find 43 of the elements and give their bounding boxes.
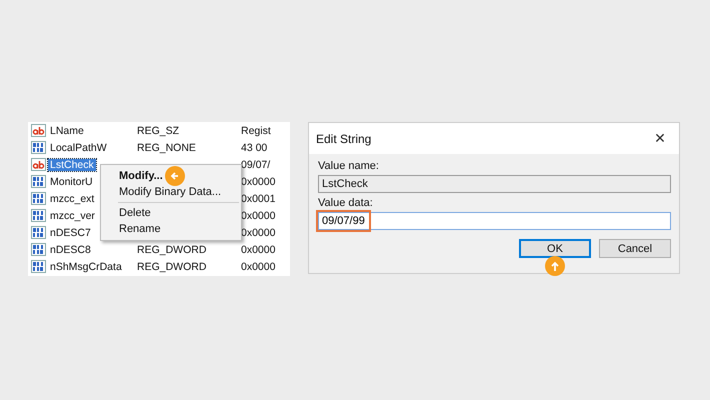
value-data: 0x0000: [241, 260, 276, 272]
dialog-button[interactable]: Cancel: [599, 239, 671, 258]
value-name[interactable]: nDESC7: [48, 226, 93, 238]
binary-value-icon: [31, 175, 46, 188]
value-data: 0x0000: [241, 226, 276, 238]
value-name-field: LstCheck: [318, 175, 671, 193]
binary-value-icon: [31, 226, 46, 239]
value-name[interactable]: MonitorU: [48, 176, 95, 188]
menu-item[interactable]: Modify Binary Data...: [119, 186, 222, 198]
binary-value-icon: [31, 209, 46, 222]
highlight-box: [316, 210, 371, 232]
field-label: Value data:: [318, 197, 374, 209]
string-value-icon: [31, 158, 46, 171]
value-name[interactable]: mzcc_ver: [48, 210, 97, 222]
value-data: 0x0000: [241, 210, 276, 222]
close-button[interactable]: ✕: [645, 126, 675, 150]
menu-item[interactable]: Rename: [119, 223, 161, 235]
value-data: 0x0001: [241, 192, 276, 204]
value-type: REG_DWORD: [137, 260, 206, 272]
value-name[interactable]: LName: [48, 124, 86, 136]
value-name[interactable]: nShMsgCrData: [48, 260, 124, 272]
dialog-title: Edit String: [316, 132, 372, 146]
value-data: 0x0000: [241, 176, 276, 188]
menu-item[interactable]: Modify...: [119, 170, 163, 182]
value-name[interactable]: LstCheck: [48, 158, 96, 170]
value-data: Regist: [241, 124, 271, 136]
dialog-button[interactable]: OK: [519, 239, 591, 258]
value-type: REG_SZ: [137, 124, 180, 136]
field-label: Value name:: [318, 160, 380, 172]
value-type: REG_DWORD: [137, 244, 206, 256]
binary-value-icon: [31, 260, 46, 273]
value-type: REG_NONE: [137, 142, 196, 154]
binary-value-icon: [31, 243, 46, 256]
value-data-field[interactable]: 09/07/99: [318, 212, 671, 230]
value-name[interactable]: LocalPathW: [48, 142, 109, 154]
value-name[interactable]: mzcc_ext: [48, 192, 96, 204]
value-data: 09/07/: [241, 158, 270, 170]
binary-value-icon: [31, 192, 46, 205]
menu-item[interactable]: Delete: [119, 207, 151, 219]
value-data: 43 00: [241, 142, 268, 154]
value-name[interactable]: nDESC8: [48, 244, 93, 256]
value-data: 0x0000: [241, 244, 276, 256]
binary-value-icon: [31, 141, 46, 154]
